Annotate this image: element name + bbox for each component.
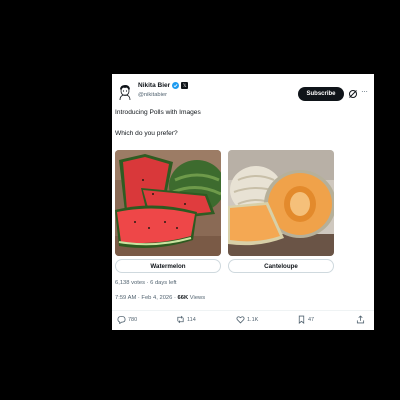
share-icon [356,315,365,324]
bookmark-icon [298,315,305,324]
heart-icon [236,316,245,324]
like-count: 1.1K [247,316,259,323]
bookmark-button[interactable]: 47 [297,315,314,324]
grok-icon[interactable] [348,89,358,99]
reply-button[interactable]: 780 [117,315,137,324]
repost-icon [177,315,184,324]
avatar-illustration [116,82,134,101]
tweet-timestamp: 7:59 AM · Feb 4, 2026 · 66K Views [115,295,205,301]
like-button[interactable]: 1.1K [236,315,258,324]
poll-meta: 6,138 votes · 6 days left [115,280,177,286]
author-handle[interactable]: @nikitabier [138,92,167,98]
tweet-actions-bar: 780 114 1.1K 47 [112,315,374,327]
poll-option-canteloupe[interactable]: Canteloupe [228,259,334,273]
author-name[interactable]: Nikita Bier [138,82,170,89]
bookmark-count: 47 [308,316,315,323]
tweet-text-line2: Which do you prefer? [115,130,178,137]
tweet-header: Nikita Bier 𝕏 @nikitabier Subscribe ··· [112,80,374,106]
affiliation-badge-icon[interactable]: 𝕏 [181,82,189,89]
share-button[interactable] [356,315,365,324]
avatar[interactable] [116,82,134,101]
timestamp-date[interactable]: 7:59 AM · Feb 4, 2026 · [115,295,178,301]
repost-button[interactable]: 114 [176,315,196,324]
views-label: Views [188,295,206,301]
poll-option-watermelon[interactable]: Watermelon [115,259,221,273]
reply-count: 780 [128,316,138,323]
tweet-card: Nikita Bier 𝕏 @nikitabier Subscribe ··· … [112,74,374,330]
author-name-row: Nikita Bier 𝕏 [138,82,189,89]
views-count: 66K [177,295,189,301]
reply-icon [117,315,126,324]
subscribe-button[interactable]: Subscribe [298,87,344,101]
poll-image-watermelon[interactable] [115,150,221,256]
tweet-text-line1: Introducing Polls with Images [115,109,201,116]
verified-badge-icon [172,82,180,89]
repost-count: 114 [187,316,196,323]
more-options-icon[interactable]: ··· [361,87,368,96]
poll-image-cantaloupe[interactable] [228,150,334,256]
actions-divider [112,310,374,311]
